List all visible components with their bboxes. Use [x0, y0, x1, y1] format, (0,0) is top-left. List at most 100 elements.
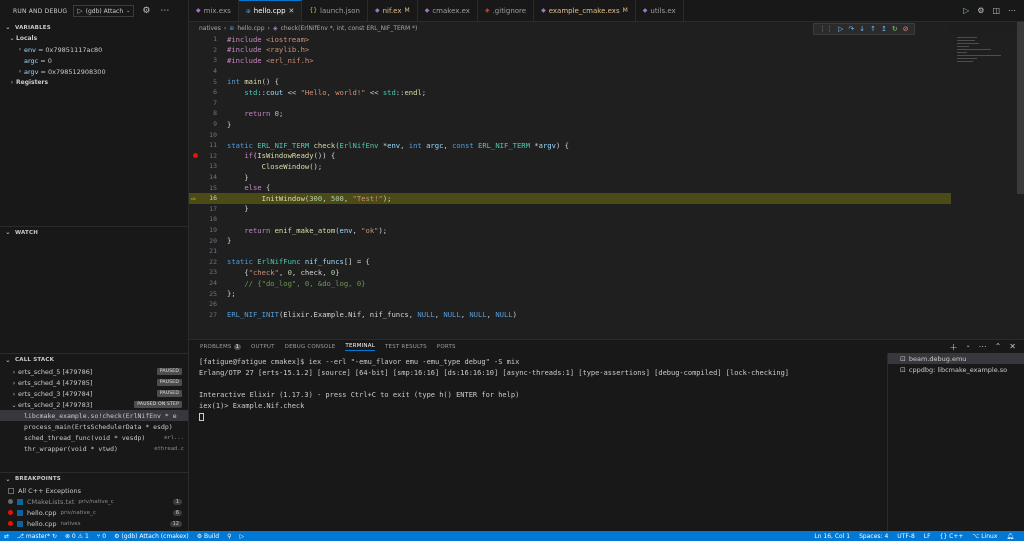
gear-icon[interactable]: ⚙ — [142, 6, 150, 16]
breakpoint-row[interactable]: hello.cpp priv/native_c 6 — [0, 507, 188, 518]
indentation[interactable]: Spaces: 4 — [859, 533, 888, 540]
tab-example-cmake-exs[interactable]: ◆ example_cmake.exs M — [534, 0, 636, 21]
panel-tab-problems[interactable]: PROBLEMS 1 — [200, 343, 242, 350]
line-number[interactable]: 4 — [189, 67, 217, 75]
code-line[interactable]: 16 ⇨ InitWindow(300, 500, "Test!"); — [189, 193, 951, 204]
debug-config-select[interactable]: ▷ (gdb) Attach ⌄ — [73, 5, 135, 17]
thread-row[interactable]: ⌄erts_sched_2 [479783] PAUSED ON STEP — [0, 399, 188, 410]
code-line[interactable]: 8 return 0; — [189, 108, 951, 119]
line-number[interactable]: 21 — [189, 247, 217, 255]
drag-handle-icon[interactable]: ⋮⋮ — [819, 25, 833, 33]
tab-launch-json[interactable]: {} launch.json — [302, 0, 368, 21]
split-editor-icon[interactable]: ◫ — [992, 6, 1000, 15]
breakpoint-row[interactable]: CMakeLists.txt priv/native_c 1 — [0, 496, 188, 507]
line-number[interactable]: 10 — [189, 131, 217, 139]
thread-row[interactable]: › erts_sched_5 [479786] PAUSED — [0, 366, 188, 377]
line-number[interactable]: 17 — [189, 205, 217, 213]
restart-icon[interactable]: ↻ — [892, 25, 898, 33]
problems-indicator[interactable]: ⊗ 0 ⚠ 1 — [65, 533, 89, 540]
editor-scrollbar[interactable] — [1017, 22, 1024, 194]
code-line[interactable]: 2 #include <raylib.h> — [189, 45, 951, 56]
code-line[interactable]: 3 #include <erl_nif.h> — [189, 55, 951, 66]
more-actions-icon[interactable]: ⋯ — [979, 342, 987, 353]
line-number[interactable]: 23 — [189, 268, 217, 276]
tab-cmakex-ex[interactable]: ◆ cmakex.ex — [418, 0, 478, 21]
code-line[interactable]: 4 — [189, 66, 951, 77]
panel-tab-terminal[interactable]: TERMINAL — [345, 343, 375, 351]
bell-icon[interactable]: 🔔︎ — [1006, 533, 1014, 540]
step-back-icon[interactable]: ↥ — [881, 25, 887, 33]
breakpoints-header[interactable]: ⌄ BREAKPOINTS — [0, 472, 188, 485]
code-line[interactable]: 13 CloseWindow(); — [189, 161, 951, 172]
line-number[interactable]: 22 — [189, 258, 217, 266]
terminal-instance[interactable]: ⊡ beam.debug.emu — [888, 353, 1024, 364]
line-number[interactable]: 9 — [189, 120, 217, 128]
tab-mix-exs[interactable]: ◆ mix.exs — [189, 0, 239, 21]
line-number[interactable]: 24 — [189, 279, 217, 287]
line-number[interactable]: 27 — [189, 311, 217, 319]
terminal-instance[interactable]: ⊡ cppdbg: libcmake_example.so — [888, 364, 1024, 375]
thread-row[interactable]: › erts_sched_4 [479785] PAUSED — [0, 377, 188, 388]
variable-row[interactable]: › env = 0x79851117ac80 — [0, 44, 188, 55]
code-editor[interactable]: 1 #include <iostream> 2 #include <raylib.h>… — [189, 34, 1024, 336]
breadcrumb-symbol[interactable]: check(ErlNifEnv *, int, const ERL_NIF_TE… — [281, 25, 418, 32]
code-line[interactable]: 12 if(IsWindowReady()) { — [189, 151, 951, 162]
step-into-icon[interactable]: ↓ — [859, 25, 865, 33]
gear-icon[interactable]: ⚙ — [977, 6, 984, 15]
code-line[interactable]: 11 static ERL_NIF_TERM check(ErlNifEnv *e… — [189, 140, 951, 151]
maximize-panel-icon[interactable]: ⌃ — [995, 342, 1002, 353]
minimap[interactable] — [953, 35, 1013, 195]
remote-icon[interactable]: ⇄ — [4, 533, 9, 540]
code-line[interactable]: 5 int main() { — [189, 76, 951, 87]
line-number[interactable]: 20 — [189, 237, 217, 245]
step-over-icon[interactable]: ↷ — [848, 25, 854, 33]
code-line[interactable]: 24 // {"do_log", 0, &do_log, 0} — [189, 278, 951, 289]
panel-tab-debug-console[interactable]: DEBUG CONSOLE — [285, 344, 336, 350]
code-line[interactable]: 17 } — [189, 204, 951, 215]
code-line[interactable]: 1 #include <iostream> — [189, 34, 951, 45]
more-actions-icon[interactable]: ⋯ — [1008, 6, 1016, 15]
line-number[interactable]: 5 — [189, 78, 217, 86]
stack-frame[interactable]: thr_wrapper(void * vtwd) ethread.c — [0, 443, 188, 454]
code-line[interactable]: 9} — [189, 119, 951, 130]
line-number[interactable]: 6 — [189, 88, 217, 96]
line-number[interactable]: 25 — [189, 290, 217, 298]
tab-utils-ex[interactable]: ◆ utils.ex — [636, 0, 684, 21]
line-number[interactable]: 3 — [189, 56, 217, 64]
panel-tab-ports[interactable]: PORTS — [437, 344, 456, 350]
step-out-icon[interactable]: ↑ — [870, 25, 876, 33]
breakpoint-row[interactable]: All C++ Exceptions — [0, 485, 188, 496]
tab-hello-cpp[interactable]: ⊕ hello.cpp ✕ — [238, 0, 303, 21]
watch-section-header[interactable]: ⌄ WATCH — [0, 226, 188, 238]
build-button[interactable]: ⚙ Build — [197, 533, 219, 540]
debug-icon[interactable]: ⚲ — [227, 533, 231, 540]
code-line[interactable]: 25}; — [189, 288, 951, 299]
debug-target[interactable]: ⚙ (gdb) Attach (cmakex) — [114, 533, 189, 540]
code-line[interactable]: 15 else { — [189, 182, 951, 193]
new-terminal-icon[interactable]: ＋ — [950, 342, 958, 353]
panel-tab-output[interactable]: OUTPUT — [251, 344, 275, 350]
breadcrumb-folder[interactable]: natives — [199, 25, 221, 32]
line-number[interactable]: 14 — [189, 173, 217, 181]
line-number[interactable]: 18 — [189, 215, 217, 223]
close-icon[interactable]: ✕ — [289, 7, 295, 15]
line-ending[interactable]: LF — [924, 533, 931, 540]
line-number[interactable]: 7 — [189, 99, 217, 107]
run-icon[interactable]: ▷ — [239, 533, 244, 540]
code-line[interactable]: 18 — [189, 214, 951, 225]
disconnect-icon[interactable]: ⊘ — [903, 25, 909, 33]
continue-icon[interactable]: ▷ — [838, 25, 843, 33]
run-icon[interactable]: ▷ — [963, 6, 969, 15]
code-line[interactable]: 14 } — [189, 172, 951, 183]
ports-indicator[interactable]: ⑂ 0 — [97, 533, 106, 540]
platform[interactable]: ⌥ Linux — [972, 533, 997, 540]
terminal-output[interactable]: [fatigue@fatigue cmakex]$ iex --erl "-em… — [199, 357, 889, 527]
code-line[interactable]: 19 return enif_make_atom(env, "ok"); — [189, 225, 951, 236]
code-line[interactable]: 7 — [189, 98, 951, 109]
line-number[interactable]: 26 — [189, 300, 217, 308]
variables-section-header[interactable]: ⌄ VARIABLES — [0, 22, 188, 33]
line-number[interactable]: 19 — [189, 226, 217, 234]
tab-nif-ex[interactable]: ◆ nif.ex M — [368, 0, 418, 21]
checkbox[interactable] — [17, 509, 23, 516]
code-line[interactable]: 27 ERL_NIF_INIT(Elixir.Example.Nif, nif_f… — [189, 310, 951, 321]
